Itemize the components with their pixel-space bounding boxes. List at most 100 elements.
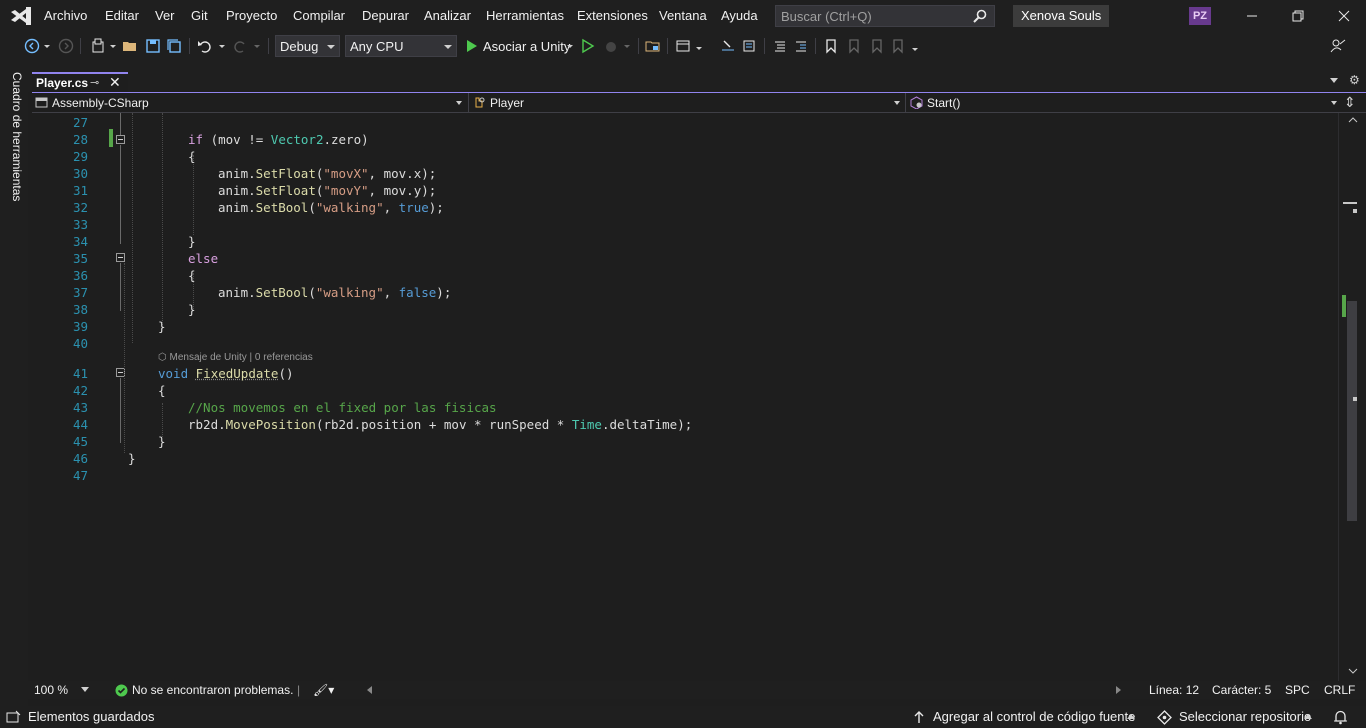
undo-icon[interactable] xyxy=(197,38,213,54)
uncomment-lines-icon[interactable] xyxy=(793,38,809,54)
menu-depurar[interactable]: Depurar xyxy=(362,8,409,23)
minimize-icon[interactable] xyxy=(1244,8,1260,24)
code-token: SetBool xyxy=(255,285,309,300)
step-into-icon[interactable] xyxy=(720,38,736,54)
comment-lines-icon[interactable] xyxy=(772,38,788,54)
scroll-down-icon[interactable] xyxy=(1348,667,1358,675)
menu-analizar[interactable]: Analizar xyxy=(424,8,471,23)
chevron-up-icon[interactable] xyxy=(1127,714,1135,720)
line-number: 47 xyxy=(72,468,88,483)
issues-status[interactable]: No se encontraron problemas. xyxy=(132,683,293,697)
close-tab-icon[interactable]: ✕ xyxy=(109,74,121,91)
add-to-source-control-button[interactable]: Agregar al control de código fuente xyxy=(933,709,1135,724)
code-token: , xyxy=(383,200,399,215)
chevron-down-icon[interactable] xyxy=(622,38,632,54)
chevron-down-icon[interactable] xyxy=(217,38,227,54)
menu-proyecto[interactable]: Proyecto xyxy=(226,8,277,23)
pin-icon[interactable]: ⊸ xyxy=(90,76,99,89)
chevron-up-icon[interactable] xyxy=(1304,714,1312,720)
code-token: anim. xyxy=(218,200,256,215)
project-dropdown[interactable]: Assembly-CSharp xyxy=(32,93,466,113)
scroll-thumb[interactable] xyxy=(1347,301,1357,521)
window-layout-icon[interactable] xyxy=(675,38,691,54)
select-repository-button[interactable]: Seleccionar repositorio xyxy=(1179,709,1311,724)
chevron-down-icon[interactable] xyxy=(81,687,89,693)
clear-bookmarks-icon[interactable] xyxy=(890,38,906,54)
scroll-right-icon[interactable] xyxy=(1116,686,1122,694)
menu-extensiones[interactable]: Extensiones xyxy=(577,8,648,23)
code-token: if xyxy=(188,132,204,147)
search-input[interactable]: Buscar (Ctrl+Q) xyxy=(775,5,995,27)
vertical-scrollbar[interactable] xyxy=(1338,113,1366,681)
notifications-bell-icon[interactable] xyxy=(1333,709,1348,725)
menu-ayuda[interactable]: Ayuda xyxy=(721,8,758,23)
code-line: { xyxy=(188,149,196,164)
next-bookmark-icon[interactable] xyxy=(868,38,884,54)
open-folder-icon[interactable] xyxy=(122,38,138,54)
save-all-icon[interactable] xyxy=(166,38,182,54)
hot-reload-icon[interactable] xyxy=(603,38,619,54)
split-window-icon[interactable]: ⇕ xyxy=(1344,94,1356,111)
code-editor[interactable]: 27 28 29 30 31 32 33 34 35 36 37 38 39 4… xyxy=(32,113,1338,681)
bookmark-icon[interactable] xyxy=(823,38,839,54)
format-document-icon[interactable] xyxy=(741,38,757,54)
new-project-icon[interactable] xyxy=(90,38,106,54)
char-indicator[interactable]: Carácter: 5 xyxy=(1212,683,1271,697)
user-avatar[interactable]: PZ xyxy=(1189,7,1211,25)
line-ending-indicator[interactable]: CRLF xyxy=(1324,683,1355,697)
zoom-level[interactable]: 100 % xyxy=(34,683,68,697)
indent-guide xyxy=(162,403,163,437)
chevron-down-icon[interactable] xyxy=(565,38,575,54)
type-dropdown[interactable]: Player xyxy=(470,93,904,113)
collapse-icon[interactable] xyxy=(116,135,125,144)
start-without-debugging-icon[interactable] xyxy=(580,38,596,54)
chevron-down-icon[interactable] xyxy=(694,38,704,54)
menu-ventana[interactable]: Ventana xyxy=(659,8,707,23)
collapse-icon[interactable] xyxy=(116,253,125,262)
menu-archivo[interactable]: Archivo xyxy=(44,8,87,23)
attach-to-unity-button[interactable]: Asociar a Unity xyxy=(483,39,570,54)
chevron-down-icon[interactable] xyxy=(910,38,920,54)
navigate-forward-icon[interactable] xyxy=(58,38,74,54)
tab-overflow-icon[interactable] xyxy=(1330,78,1338,83)
save-icon[interactable] xyxy=(145,38,161,54)
code-cleanup-icon[interactable]: 🖌▾ xyxy=(313,683,334,697)
line-number: 32 xyxy=(72,200,88,215)
configuration-select[interactable]: Debug xyxy=(275,35,340,57)
member-dropdown[interactable]: Start() xyxy=(907,93,1341,113)
line-number: 30 xyxy=(72,166,88,181)
toolbox-tab[interactable]: Cuadro de herramientas xyxy=(10,72,24,201)
chevron-down-icon[interactable] xyxy=(42,38,52,54)
previous-bookmark-icon[interactable] xyxy=(845,38,861,54)
menu-herramientas[interactable]: Herramientas xyxy=(486,8,564,23)
scroll-up-icon[interactable] xyxy=(1348,116,1358,124)
line-number: 36 xyxy=(72,268,88,283)
code-line: } xyxy=(158,319,166,334)
navigate-back-icon[interactable] xyxy=(24,38,40,54)
solution-explorer-icon[interactable] xyxy=(645,38,661,54)
gear-icon[interactable]: ⚙ xyxy=(1349,73,1360,87)
outline-line xyxy=(120,263,121,311)
chevron-down-icon[interactable] xyxy=(108,38,118,54)
restore-icon[interactable] xyxy=(1290,8,1306,24)
live-share-icon[interactable] xyxy=(1330,38,1346,54)
code-token: } xyxy=(188,302,196,317)
codelens-references[interactable]: ⬡ Mensaje de Unity | 0 referencias xyxy=(158,352,313,363)
code-token: ( xyxy=(308,200,316,215)
scroll-left-icon[interactable] xyxy=(367,686,373,694)
platform-select[interactable]: Any CPU xyxy=(345,35,457,57)
chevron-down-icon[interactable] xyxy=(252,38,262,54)
menu-ver[interactable]: Ver xyxy=(155,8,175,23)
redo-icon[interactable] xyxy=(232,38,248,54)
menu-editar[interactable]: Editar xyxy=(105,8,139,23)
visual-studio-logo[interactable] xyxy=(10,6,32,26)
code-line: if (mov != Vector2.zero) xyxy=(188,132,369,147)
editor-status-bar: 100 % No se encontraron problemas. | 🖌▾ … xyxy=(28,681,1366,699)
close-icon[interactable] xyxy=(1336,8,1352,24)
tab-player-cs[interactable]: Player.cs ⊸ ✕ xyxy=(32,72,128,92)
menu-git[interactable]: Git xyxy=(191,8,208,23)
line-indicator[interactable]: Línea: 12 xyxy=(1149,683,1199,697)
play-icon[interactable] xyxy=(464,38,480,54)
menu-compilar[interactable]: Compilar xyxy=(293,8,345,23)
whitespace-indicator[interactable]: SPC xyxy=(1285,683,1310,697)
